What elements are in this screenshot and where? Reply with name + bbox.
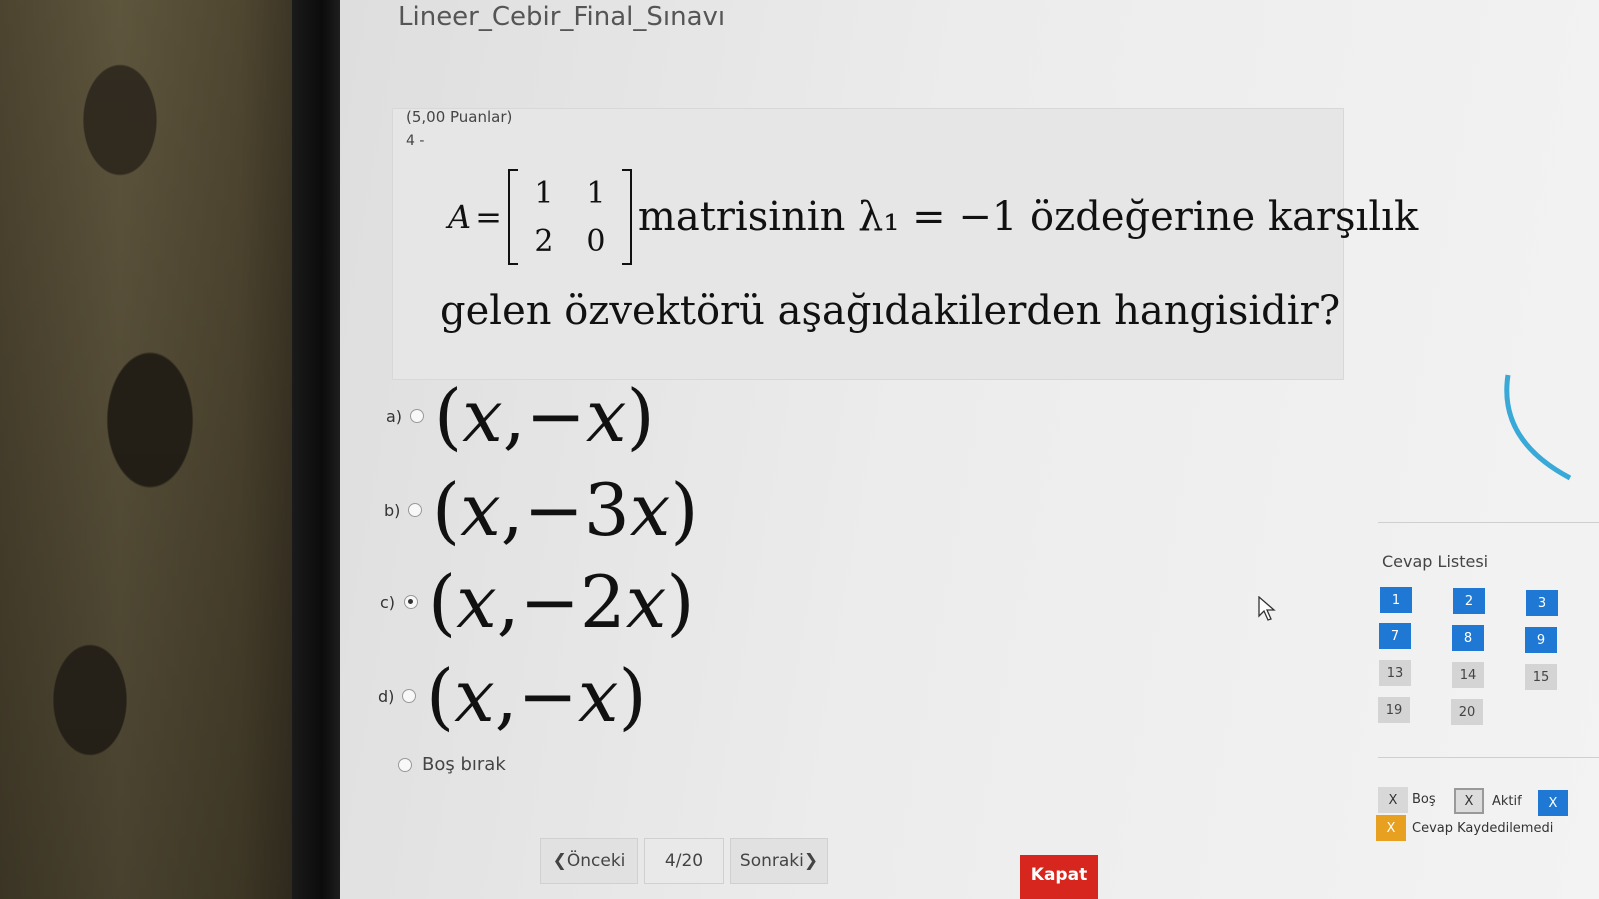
- answer-list-item[interactable]: 3: [1526, 590, 1558, 616]
- background-shadow: [0, 0, 300, 899]
- mouse-cursor-icon: [1258, 596, 1276, 621]
- option-expression: (x,−2x): [428, 560, 695, 644]
- answer-list-item[interactable]: 9: [1525, 627, 1557, 653]
- answer-list-item[interactable]: 20: [1451, 699, 1483, 725]
- answer-list-item[interactable]: 1: [1380, 587, 1412, 613]
- skip-label: Boş bırak: [422, 754, 506, 775]
- question-text-line-1: matrisinin λ₁ = −1 özdeğerine karşılık: [637, 194, 1419, 240]
- legend-active-box: X: [1454, 788, 1484, 814]
- exam-title: Lineer_Cebir_Final_Sınavı: [398, 2, 726, 32]
- panel-divider: [1378, 522, 1599, 523]
- answer-list-item[interactable]: 2: [1453, 588, 1485, 614]
- legend-empty-label: Boş: [1412, 792, 1436, 807]
- question-points: (5,00 Puanlar): [406, 108, 513, 126]
- matrix-grid: 1 1 2 0: [518, 169, 622, 265]
- next-button[interactable]: Sonraki❯: [730, 838, 828, 884]
- question-counter: 4/20: [644, 838, 724, 884]
- question-number: 4 -: [406, 133, 425, 149]
- equals-sign: =: [475, 198, 502, 236]
- legend-answered-box: X: [1538, 790, 1568, 816]
- monitor-bezel: [292, 0, 342, 899]
- exam-screen: Lineer_Cebir_Final_Sınavı (5,00 Puanlar)…: [340, 0, 1599, 899]
- question-text-line-2: gelen özvektörü aşağıdakilerden hangisid…: [440, 288, 1341, 334]
- matrix-cell: 1: [586, 175, 606, 211]
- option-b[interactable]: b) (x,−3x): [384, 474, 698, 546]
- option-letter: c): [380, 592, 396, 612]
- option-a[interactable]: a) (x,−x): [386, 380, 655, 452]
- answer-list-item[interactable]: 15: [1525, 664, 1557, 690]
- matrix-cell: 1: [534, 175, 554, 211]
- question-line-1: A = 1 1 2 0 matrisinin λ₁ = −1 özdeğerin…: [448, 162, 1418, 272]
- option-radio-selected[interactable]: [404, 595, 418, 609]
- answer-list-item[interactable]: 19: [1378, 697, 1410, 723]
- option-radio[interactable]: [410, 409, 424, 423]
- answer-list-title: Cevap Listesi: [1382, 552, 1489, 571]
- previous-button[interactable]: ❮Önceki: [540, 838, 638, 884]
- legend-empty-box: X: [1378, 787, 1408, 813]
- option-c[interactable]: c) (x,−2x): [380, 566, 694, 638]
- answer-list-item[interactable]: 8: [1452, 625, 1484, 651]
- option-letter: b): [384, 500, 401, 520]
- answer-list-item[interactable]: 14: [1452, 662, 1484, 688]
- option-skip[interactable]: Boş bırak: [398, 754, 506, 775]
- matrix-left-bracket: [507, 169, 518, 265]
- option-letter: d): [378, 686, 395, 706]
- option-expression: (x,−x): [434, 374, 655, 458]
- option-expression: (x,−3x): [432, 468, 699, 552]
- matrix: 1 1 2 0: [507, 169, 632, 265]
- option-d[interactable]: d) (x,−x): [378, 660, 647, 732]
- matrix-right-bracket: [621, 169, 632, 265]
- option-expression: (x,−x): [426, 654, 647, 738]
- option-radio[interactable]: [398, 757, 412, 772]
- answer-list-item[interactable]: 13: [1379, 660, 1411, 686]
- answer-list-item[interactable]: 7: [1379, 623, 1411, 649]
- matrix-variable: A: [448, 198, 472, 236]
- panel-divider: [1378, 757, 1599, 758]
- legend-active-label: Aktif: [1492, 794, 1522, 809]
- legend-not-saved-label: Cevap Kaydedilemedi: [1412, 821, 1554, 836]
- option-letter: a): [386, 406, 403, 426]
- timer-ring-icon: [1504, 374, 1572, 481]
- legend-not-saved-box: X: [1376, 815, 1406, 841]
- option-radio[interactable]: [408, 503, 422, 517]
- matrix-cell: 0: [586, 223, 606, 259]
- matrix-cell: 2: [534, 223, 554, 259]
- option-radio[interactable]: [402, 689, 416, 703]
- close-button[interactable]: Kapat: [1020, 855, 1098, 899]
